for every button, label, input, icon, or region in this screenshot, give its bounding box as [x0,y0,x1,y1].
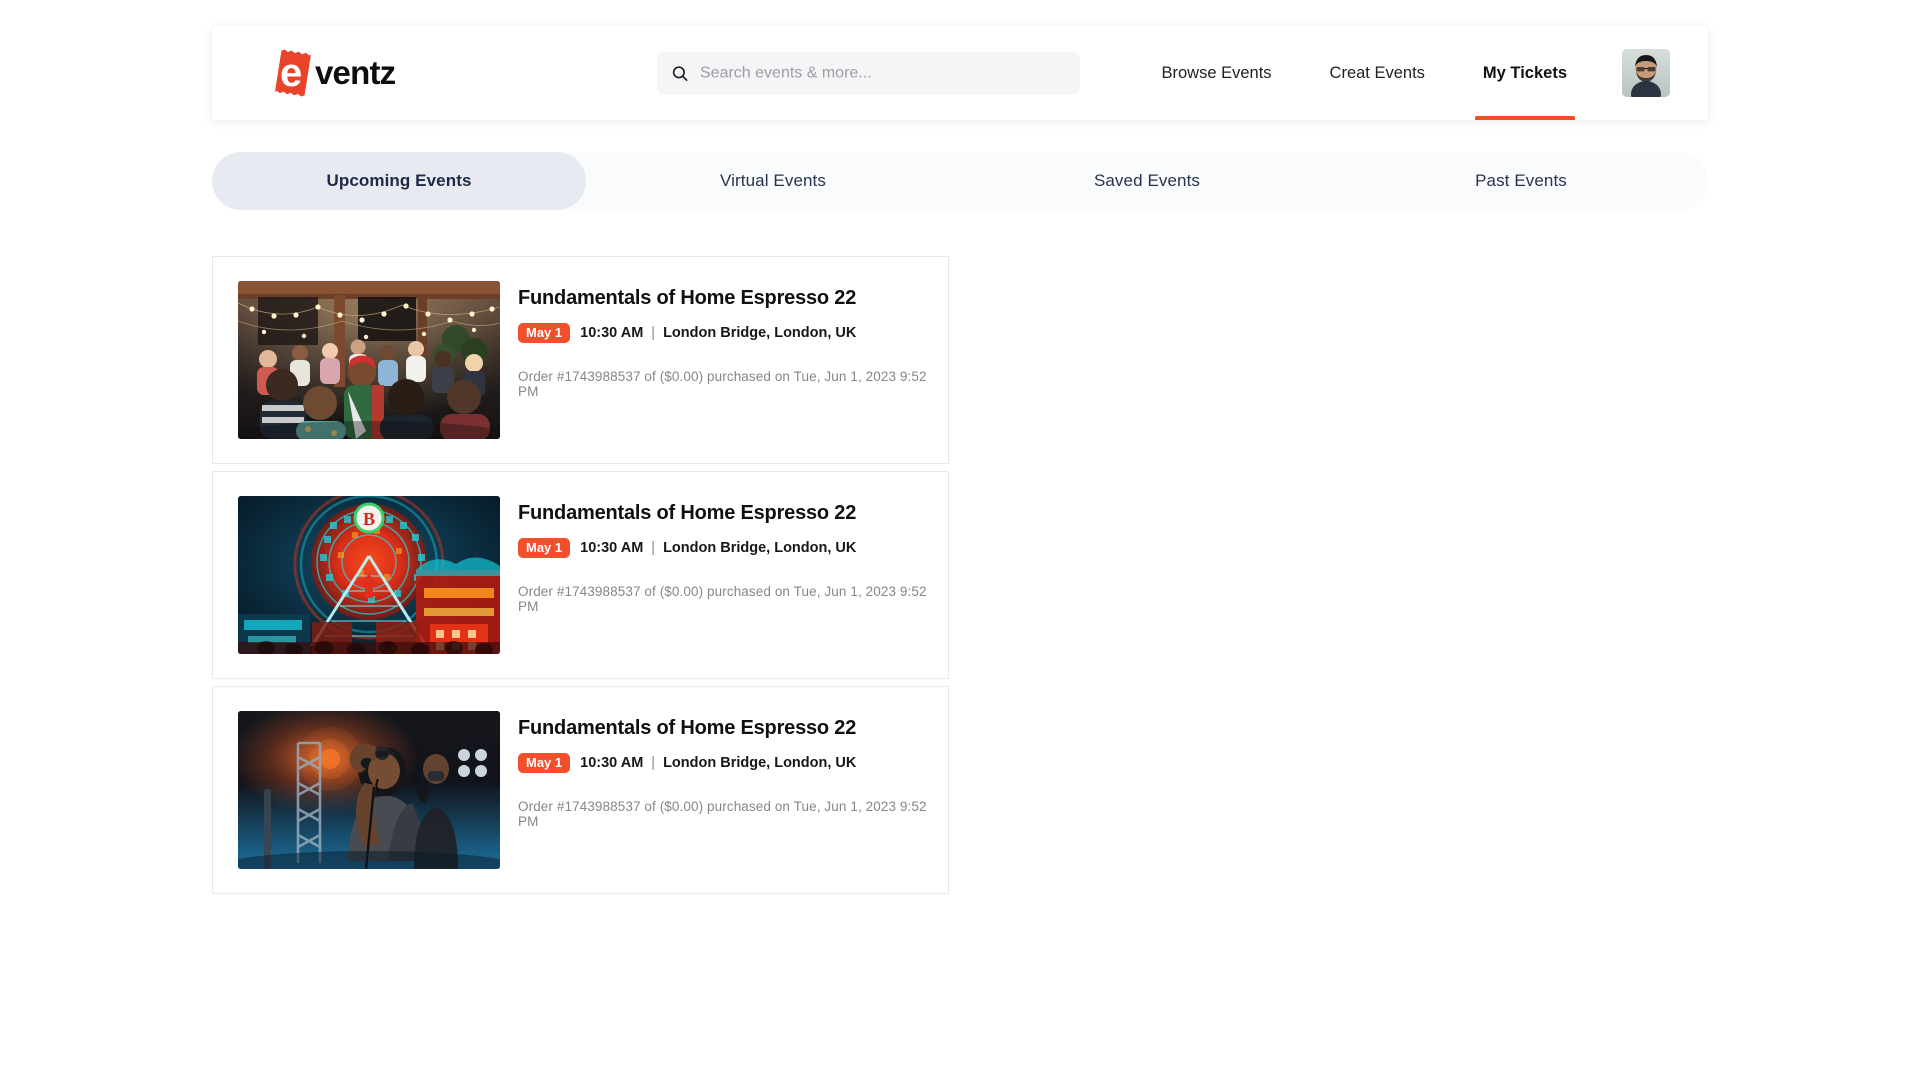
logo-letter: e [280,51,302,95]
nav-label: Creat Events [1329,63,1425,82]
search-icon [672,65,688,81]
event-thumbnail [238,281,500,439]
meta-separator: | [651,325,656,341]
nav-item-my-tickets[interactable]: My Tickets [1454,26,1596,120]
avatar[interactable] [1622,49,1670,97]
order-details: Order #1743988537 of ($0.00) purchased o… [518,799,927,829]
nav-item-browse-events[interactable]: Browse Events [1133,26,1301,120]
tab-label: Past Events [1475,171,1567,190]
event-title: Fundamentals of Home Espresso 22 [518,502,857,524]
order-details: Order #1743988537 of ($0.00) purchased o… [518,584,927,614]
event-card-body: Fundamentals of Home Espresso 22 May 1 1… [500,496,948,614]
concert-stage-image-icon [238,711,500,869]
nav-active-indicator [1474,116,1575,120]
app-root: e ventz Browse Events Creat Events My Ti… [0,0,1920,1080]
event-title: Fundamentals of Home Espresso 22 [518,287,857,309]
event-meta: May 1 10:30 AM | London Bridge, London, … [518,753,948,773]
event-meta: May 1 10:30 AM | London Bridge, London, … [518,323,948,343]
search-input[interactable] [700,64,1066,82]
logo-text: ventz [315,53,396,91]
tab-past-events[interactable]: Past Events [1334,152,1708,210]
event-meta: May 1 10:30 AM | London Bridge, London, … [518,538,948,558]
event-title: Fundamentals of Home Espresso 22 [518,717,857,739]
event-location: London Bridge, London, UK [663,540,857,556]
event-ticket-list: Fundamentals of Home Espresso 22 May 1 1… [212,256,949,901]
event-time: 10:30 AM [580,325,644,341]
tab-upcoming-events[interactable]: Upcoming Events [212,152,586,210]
neon-ferris-wheel-image-icon: B [238,496,500,654]
nav-item-create-events[interactable]: Creat Events [1301,26,1454,120]
nav-label: Browse Events [1161,63,1272,82]
event-time: 10:30 AM [580,755,644,771]
crowd-party-image-icon [238,281,500,439]
logo-ticket-icon: e [272,50,316,96]
event-card[interactable]: B Fundamentals of Home Espresso 22 May 1… [212,471,949,679]
event-card-body: Fundamentals of Home Espresso 22 May 1 1… [500,711,948,829]
event-thumbnail [238,711,500,869]
event-thumbnail: B [238,496,500,654]
meta-separator: | [651,755,656,771]
event-card-body: Fundamentals of Home Espresso 22 May 1 1… [500,281,948,399]
tab-saved-events[interactable]: Saved Events [960,152,1334,210]
tab-label: Upcoming Events [326,171,472,190]
event-location: London Bridge, London, UK [663,325,857,341]
site-header: e ventz Browse Events Creat Events My Ti… [212,26,1708,120]
ticket-filter-tabs: Upcoming Events Virtual Events Saved Eve… [212,152,1708,210]
event-card[interactable]: Fundamentals of Home Espresso 22 May 1 1… [212,256,949,464]
avatar-photo-icon [1622,49,1670,97]
search-bar[interactable] [657,51,1080,95]
event-location: London Bridge, London, UK [663,755,857,771]
tab-label: Virtual Events [720,171,826,190]
event-time: 10:30 AM [580,540,644,556]
nav-label: My Tickets [1482,63,1567,82]
tab-label: Saved Events [1093,171,1201,190]
date-badge: May 1 [518,323,571,343]
date-badge: May 1 [518,538,571,558]
meta-separator: | [651,540,656,556]
date-badge: May 1 [518,753,571,773]
main-nav: Browse Events Creat Events My Tickets [1133,26,1597,120]
logo[interactable]: e ventz [272,50,396,96]
tab-virtual-events[interactable]: Virtual Events [586,152,960,210]
order-details: Order #1743988537 of ($0.00) purchased o… [518,369,927,399]
event-card[interactable]: Fundamentals of Home Espresso 22 May 1 1… [212,686,949,894]
svg-text:B: B [363,509,375,529]
